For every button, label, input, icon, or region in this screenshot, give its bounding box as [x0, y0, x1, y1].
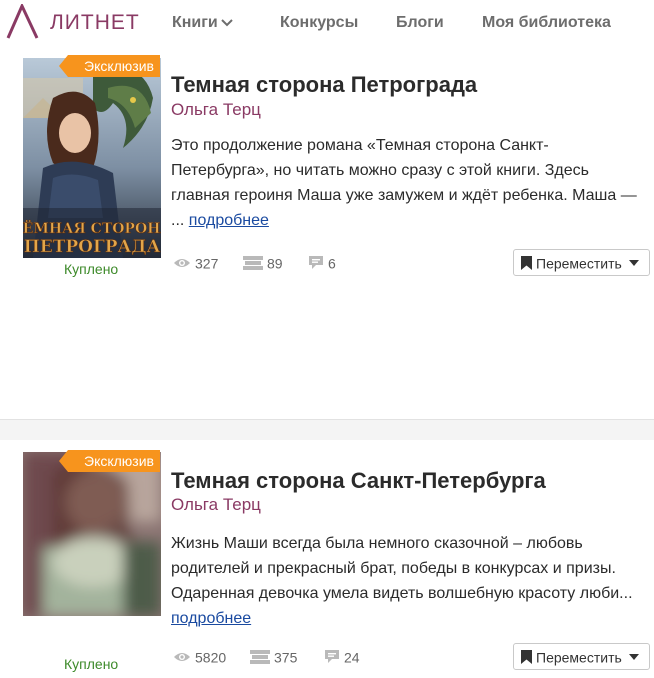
views-stat: 5820	[173, 648, 226, 665]
move-book-button[interactable]: Переместить	[513, 643, 650, 670]
libraries-stat: 375	[250, 648, 297, 665]
nav-my-library-link[interactable]: Моя библиотека	[482, 14, 611, 32]
bought-status: Куплено	[64, 261, 119, 277]
nav-contests-link[interactable]: Конкурсы	[280, 14, 358, 32]
comment-icon	[309, 256, 323, 270]
card-separator	[0, 420, 654, 440]
views-stat: 327	[173, 254, 218, 271]
book-cover[interactable]: ТЁМНАЯ СТОРОНА ПЕТРОГРАДА	[23, 58, 161, 258]
nav-blogs-link[interactable]: Блоги	[396, 14, 444, 32]
views-count: 327	[195, 255, 219, 272]
views-count: 5820	[195, 649, 227, 666]
eye-icon	[174, 259, 190, 268]
caret-down-icon	[628, 260, 639, 267]
exclusive-badge: Эксклюзив	[59, 55, 160, 77]
nav-books-label: Книги	[172, 14, 218, 31]
logo-text[interactable]: ЛИТНЕТ	[50, 11, 140, 35]
book-author[interactable]: Ольга Терц	[171, 100, 261, 120]
move-book-label: Переместить	[536, 255, 622, 272]
logo-icon[interactable]	[6, 4, 40, 40]
book-cover-image-blurred	[23, 452, 161, 616]
book-description: Это продолжение романа «Темная сторона С…	[171, 133, 641, 233]
book-author[interactable]: Ольга Терц	[171, 495, 261, 515]
book-description: Жизнь Маши всегда была немного сказочной…	[171, 531, 641, 631]
eye-icon	[174, 653, 190, 662]
book-card: Эксклюзив Куплено Темная сторона Санкт-П…	[0, 440, 654, 678]
comments-stat: 6	[308, 254, 336, 271]
book-description-text: Жизнь Маши всегда была немного сказочной…	[171, 535, 633, 602]
cover-title-line2: ПЕТРОГРАДА	[24, 237, 161, 257]
comments-count: 24	[344, 649, 360, 666]
bookmark-icon	[521, 256, 532, 271]
read-more-link[interactable]: подробнее	[189, 212, 269, 229]
book-title[interactable]: Темная сторона Петрограда	[171, 72, 477, 98]
read-more-link[interactable]: подробнее	[171, 610, 251, 627]
library-icon	[243, 256, 263, 271]
chevron-down-icon	[221, 19, 233, 27]
move-book-label: Переместить	[536, 649, 622, 666]
nav-books-menu[interactable]: Книги	[172, 14, 233, 32]
book-cover-image: ТЁМНАЯ СТОРОНА ПЕТРОГРАДА	[23, 58, 161, 258]
book-title[interactable]: Темная сторона Санкт-Петербурга	[171, 468, 546, 494]
library-icon	[250, 650, 270, 665]
exclusive-badge: Эксклюзив	[59, 450, 160, 472]
libraries-count: 89	[267, 255, 283, 272]
top-navigation: ЛИТНЕТ Книги Конкурсы Блоги Моя библиоте…	[0, 0, 654, 46]
book-cover[interactable]	[23, 452, 161, 616]
book-card: ТЁМНАЯ СТОРОНА ПЕТРОГРАДА Эксклюзив Купл…	[0, 46, 654, 419]
comment-icon	[325, 650, 339, 664]
caret-down-icon	[628, 654, 639, 661]
libraries-stat: 89	[243, 254, 283, 271]
libraries-count: 375	[274, 649, 298, 666]
bookmark-icon	[521, 650, 532, 665]
comments-stat: 24	[324, 648, 360, 665]
comments-count: 6	[328, 255, 336, 272]
bought-status: Куплено	[64, 656, 119, 672]
move-book-button[interactable]: Переместить	[513, 249, 650, 276]
cover-title-line1: ТЁМНАЯ СТОРОНА	[23, 218, 161, 237]
